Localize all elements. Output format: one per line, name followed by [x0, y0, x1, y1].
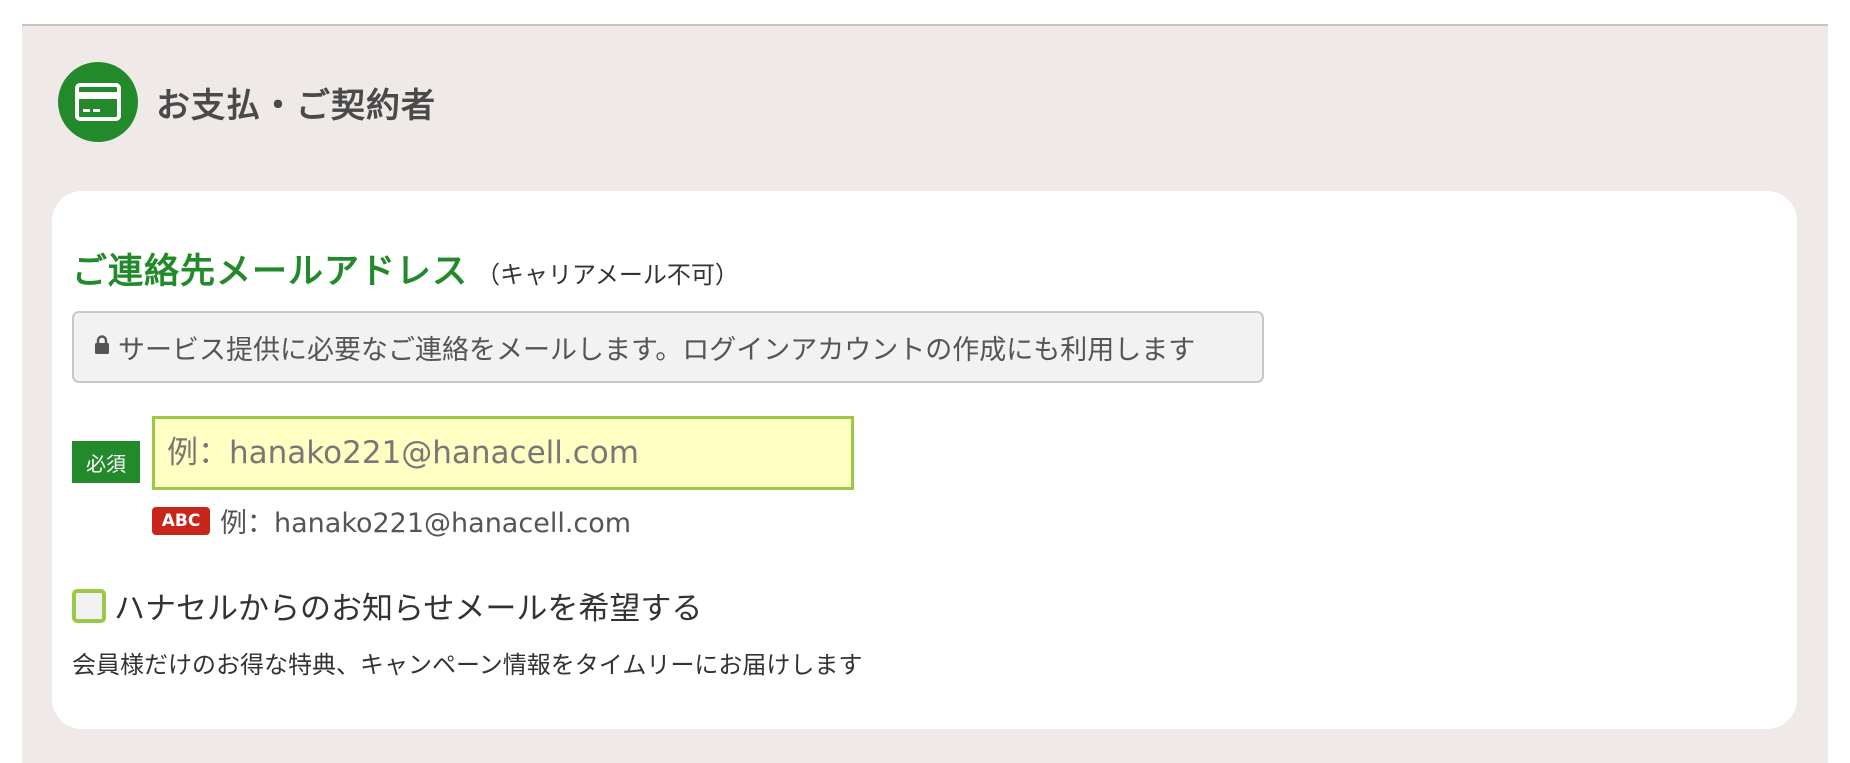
newsletter-checkbox[interactable]	[72, 588, 106, 623]
page-frame: お支払・ご契約者 ご連絡先メールアドレス （キャリアメール不可） サービス提供に…	[22, 24, 1828, 763]
lock-icon	[94, 335, 110, 359]
newsletter-label[interactable]: ハナセルからのお知らせメールを希望する	[114, 583, 702, 628]
info-text: サービス提供に必要なご連絡をメールします。ログインアカウントの作成にも利用します	[118, 334, 1196, 366]
required-badge: 必須	[72, 441, 140, 483]
email-field-title: ご連絡先メールアドレス	[72, 252, 469, 292]
section-title: お支払・ご契約者	[156, 85, 436, 126]
credit-card-icon	[58, 62, 138, 142]
email-field-subtitle: （キャリアメール不可）	[476, 261, 739, 289]
section-header: お支払・ご契約者	[58, 62, 436, 142]
info-box: サービス提供に必要なご連絡をメールします。ログインアカウントの作成にも利用します	[72, 311, 1264, 383]
newsletter-description: 会員様だけのお得な特典、キャンペーン情報をタイムリーにお届けします	[72, 651, 863, 679]
abc-badge: ABC	[152, 506, 210, 535]
input-hint: ABC 例：hanako221@hanacell.com	[152, 501, 631, 540]
hint-text: 例：hanako221@hanacell.com	[220, 508, 632, 539]
newsletter-checkbox-row[interactable]: ハナセルからのお知らせメールを希望する	[72, 583, 702, 628]
field-heading: ご連絡先メールアドレス （キャリアメール不可）	[72, 243, 739, 294]
email-input[interactable]	[152, 416, 854, 490]
email-card: ご連絡先メールアドレス （キャリアメール不可） サービス提供に必要なご連絡をメー…	[52, 191, 1797, 729]
